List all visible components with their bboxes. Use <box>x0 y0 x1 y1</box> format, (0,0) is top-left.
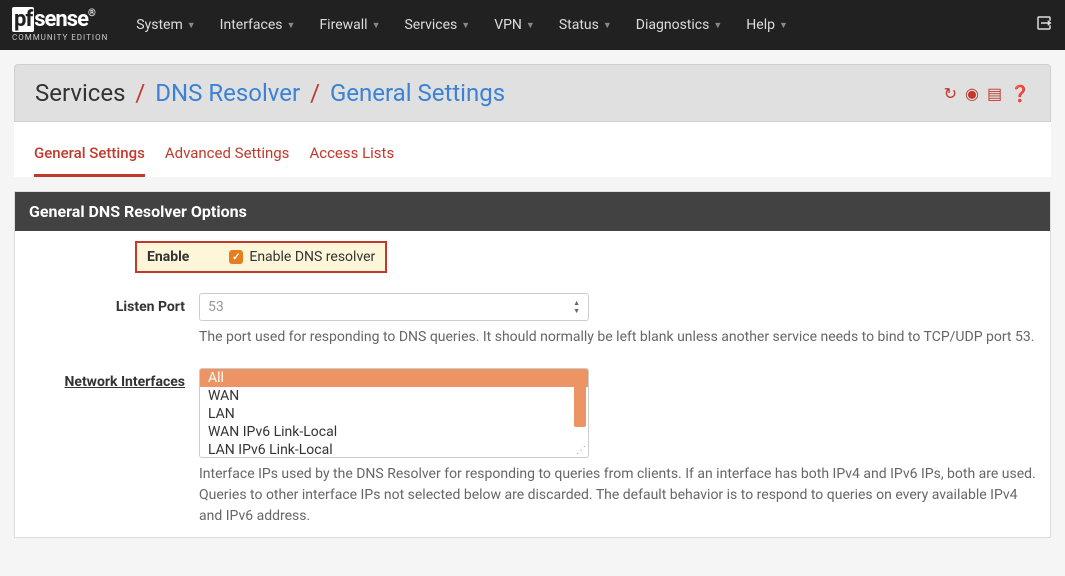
general-options-panel: General DNS Resolver Options Enable ✓ En… <box>14 191 1051 538</box>
enable-checkbox-wrap[interactable]: ✓ Enable DNS resolver <box>229 249 375 265</box>
breadcrumb-sep: / <box>310 79 320 107</box>
nav-label: System <box>136 17 182 33</box>
nav-diagnostics[interactable]: Diagnostics▼ <box>626 9 732 41</box>
chevron-down-icon: ▼ <box>713 20 722 31</box>
top-navbar: pfsense® COMMUNITY EDITION System ▼ Inter… <box>0 0 1065 50</box>
nav-items: System▼ Interfaces▼ Firewall▼ Services▼ … <box>126 9 1035 41</box>
option-wan-ipv6[interactable]: WAN IPv6 Link-Local <box>200 423 588 441</box>
breadcrumb: Services / DNS Resolver / General Settin… <box>35 79 944 107</box>
nav-label: Interfaces <box>220 17 283 33</box>
chevron-down-icon: ▼ <box>372 20 381 31</box>
option-wan[interactable]: WAN <box>200 387 588 405</box>
nav-label: Firewall <box>319 17 367 33</box>
listen-port-help: The port used for responding to DNS quer… <box>199 327 1036 348</box>
breadcrumb-root[interactable]: Services <box>35 79 125 107</box>
enable-checkbox-label: Enable DNS resolver <box>249 249 375 265</box>
network-interfaces-help: Interface IPs used by the DNS Resolver f… <box>199 464 1036 527</box>
nav-services[interactable]: Services ▼ <box>394 9 480 41</box>
tabs: General Settings Advanced Settings Acces… <box>14 122 1051 177</box>
network-interfaces-row: Network Interfaces All WAN LAN WAN IPv6 … <box>15 358 1050 537</box>
chevron-down-icon: ▼ <box>287 20 296 31</box>
enable-label: Enable <box>147 249 189 265</box>
nav-label: Status <box>559 17 599 33</box>
listen-port-label: Listen Port <box>29 293 199 315</box>
brand-subtitle: COMMUNITY EDITION <box>12 33 108 42</box>
nav-help[interactable]: Help ▼ <box>736 9 798 41</box>
brand-pf: pf <box>12 7 34 32</box>
breadcrumb-sep: / <box>135 79 145 107</box>
nav-label: Services <box>404 17 457 33</box>
chevron-down-icon: ▼ <box>187 20 196 31</box>
chevron-down-icon: ▼ <box>526 20 535 31</box>
number-spinner[interactable]: ▲▼ <box>573 300 580 315</box>
chevron-down-icon: ▼ <box>779 20 788 31</box>
listen-port-value: 53 <box>208 299 224 315</box>
nav-system[interactable]: System ▼ <box>126 9 205 41</box>
header-action-icons: ↻ ◉ ▤ ❓ <box>944 84 1030 103</box>
checkbox-checked-icon[interactable]: ✓ <box>229 250 243 264</box>
breadcrumb-leaf[interactable]: General Settings <box>330 79 505 107</box>
stop-service-icon[interactable]: ◉ <box>965 84 979 103</box>
tab-general-settings[interactable]: General Settings <box>34 136 145 177</box>
tab-access-lists[interactable]: Access Lists <box>309 136 394 177</box>
related-log-icon[interactable]: ▤ <box>987 84 1002 103</box>
logout-icon[interactable] <box>1035 14 1053 37</box>
page-header: Services / DNS Resolver / General Settin… <box>14 64 1051 122</box>
listen-port-input[interactable]: 53 ▲▼ <box>199 293 589 321</box>
nav-label: Help <box>746 17 775 33</box>
enable-row: Enable ✓ Enable DNS resolver <box>15 231 1050 283</box>
nav-status[interactable]: Status ▼ <box>549 9 622 41</box>
spinner-down-icon[interactable]: ▼ <box>573 308 580 315</box>
option-lan-ipv6[interactable]: LAN IPv6 Link-Local <box>200 441 588 457</box>
nav-interfaces[interactable]: Interfaces ▼ <box>210 9 306 41</box>
nav-label: Diagnostics <box>636 17 710 33</box>
help-icon[interactable]: ❓ <box>1010 84 1030 103</box>
nav-firewall[interactable]: Firewall ▼ <box>309 9 390 41</box>
restart-service-icon[interactable]: ↻ <box>944 84 957 103</box>
option-all[interactable]: All <box>200 369 588 387</box>
option-lan[interactable]: LAN <box>200 405 588 423</box>
enable-highlight: Enable ✓ Enable DNS resolver <box>135 241 387 273</box>
resize-handle-icon[interactable]: ⋰ <box>576 445 586 455</box>
breadcrumb-mid[interactable]: DNS Resolver <box>155 79 300 107</box>
network-interfaces-label: Network Interfaces <box>29 368 199 390</box>
brand-sense: sense <box>34 7 88 32</box>
brand-logo[interactable]: pfsense® COMMUNITY EDITION <box>12 9 108 42</box>
chevron-down-icon: ▼ <box>603 20 612 31</box>
panel-body: Enable ✓ Enable DNS resolver Listen Port… <box>15 231 1050 537</box>
spinner-up-icon[interactable]: ▲ <box>573 300 580 307</box>
panel-heading: General DNS Resolver Options <box>15 192 1050 231</box>
scrollbar[interactable] <box>574 371 586 427</box>
registered-mark: ® <box>88 8 95 19</box>
network-interfaces-select[interactable]: All WAN LAN WAN IPv6 Link-Local LAN IPv6… <box>199 368 589 458</box>
tab-advanced-settings[interactable]: Advanced Settings <box>165 136 290 177</box>
nav-label: VPN <box>494 17 522 33</box>
nav-vpn[interactable]: VPN ▼ <box>484 9 545 41</box>
chevron-down-icon: ▼ <box>461 20 470 31</box>
listen-port-row: Listen Port 53 ▲▼ The port used for resp… <box>15 283 1050 358</box>
